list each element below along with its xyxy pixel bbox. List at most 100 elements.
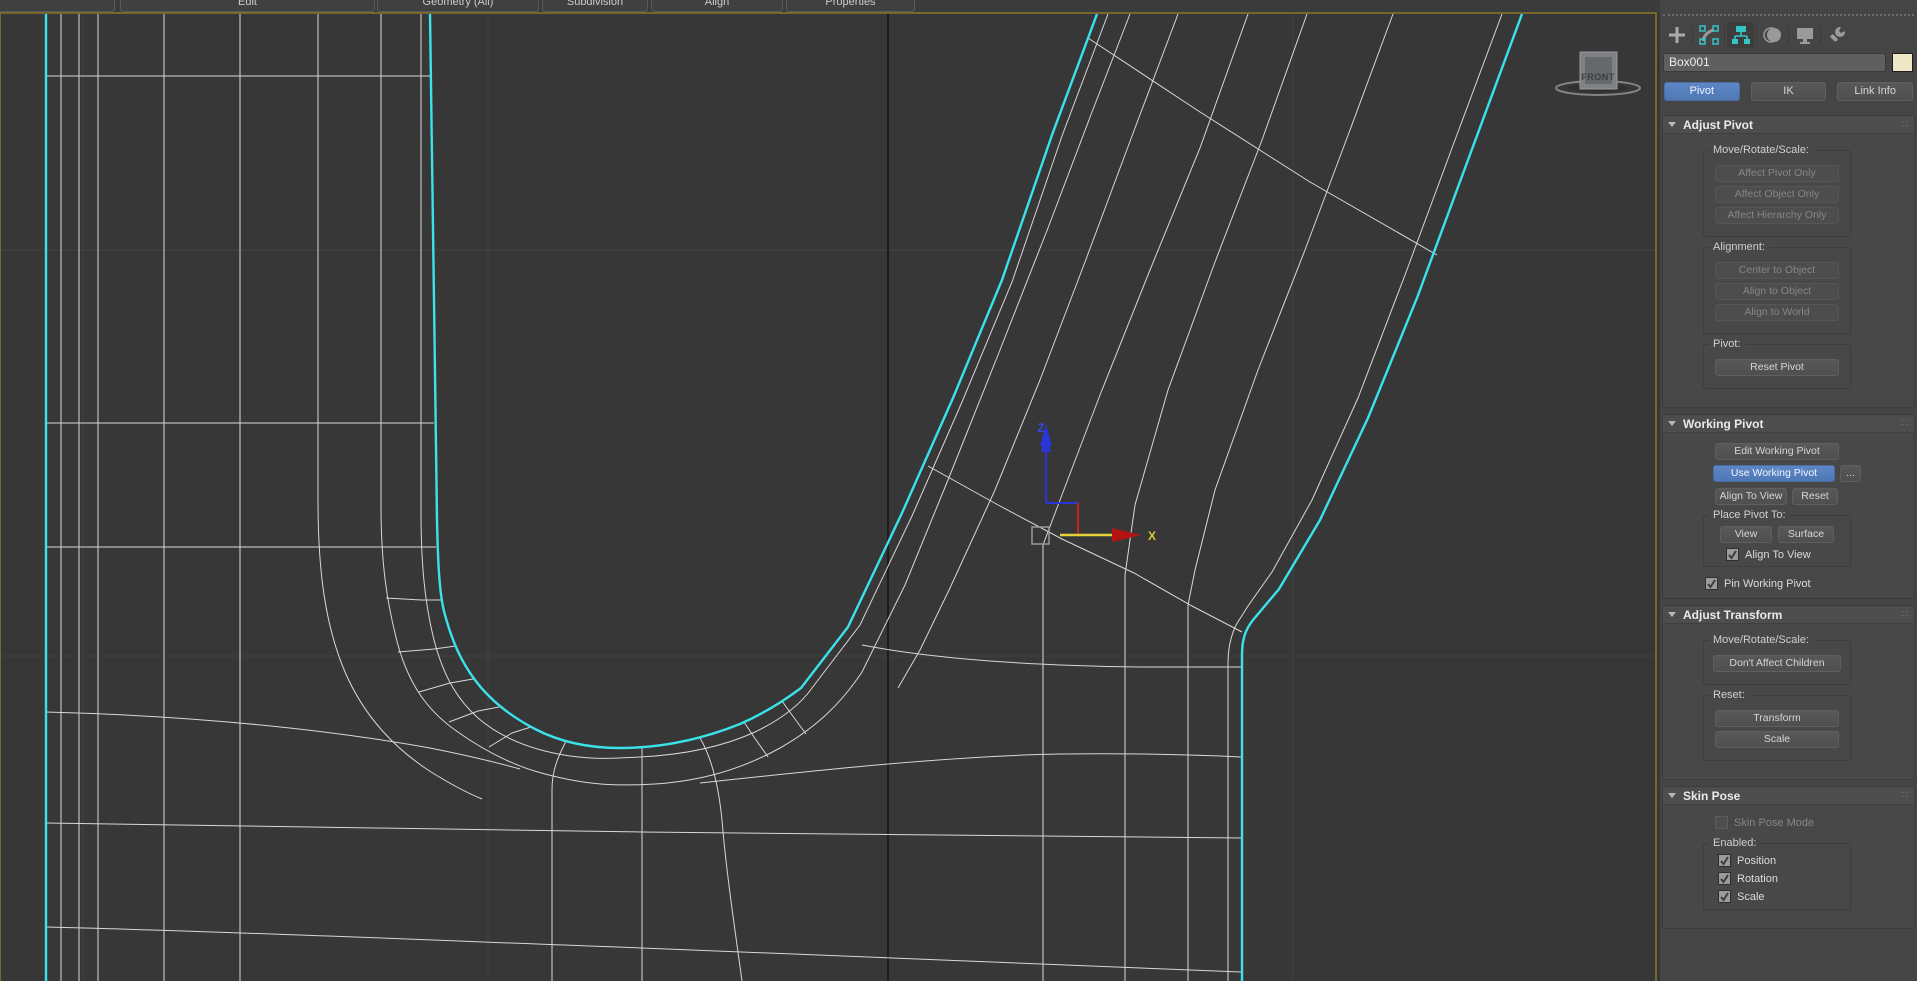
rollout-title: Working Pivot (1683, 416, 1764, 431)
rollout-header-skin-pose[interactable]: Skin Pose ∷ (1663, 787, 1914, 805)
edit-working-pivot-button[interactable]: Edit Working Pivot (1715, 443, 1839, 460)
tab-utilities[interactable] (1823, 22, 1850, 48)
viewcube-front-label: FRONT (1581, 72, 1615, 82)
group-move-rotate-scale-transform: Move/Rotate/Scale: Don't Affect Children (1703, 634, 1851, 685)
rollout-collapse-icon (1668, 793, 1676, 798)
gizmo-z-label: Z (1037, 421, 1044, 435)
group-label: Reset: (1709, 689, 1749, 701)
ribbon-strip: Edit Geometry (All) ▾ Subdivision Align … (0, 0, 1917, 12)
tab-separator (1788, 26, 1789, 44)
rollout-title: Adjust Pivot (1683, 117, 1754, 132)
tab-motion[interactable] (1759, 22, 1786, 48)
rotation-checkbox[interactable] (1718, 872, 1731, 885)
reset-scale-button[interactable]: Scale (1715, 731, 1839, 748)
scale-checkbox[interactable] (1718, 890, 1731, 903)
panel-dock-handle[interactable] (1663, 14, 1914, 18)
viewport-active-border-right (1655, 12, 1657, 981)
hierarchy-icon (1731, 26, 1750, 44)
create-plus-icon (1668, 27, 1685, 43)
group-label: Enabled: (1709, 837, 1761, 849)
object-name-row: Box001 (1660, 50, 1917, 75)
tab-separator (1820, 26, 1821, 44)
ribbon-button-partial[interactable] (0, 0, 115, 12)
checkbox-label: Skin Pose Mode (1734, 816, 1815, 829)
ribbon-button-align[interactable]: Align (651, 0, 783, 12)
check-icon (1720, 874, 1729, 884)
place-pivot-view-button[interactable]: View (1720, 526, 1772, 543)
object-name-input[interactable]: Box001 (1663, 53, 1886, 72)
affect-hierarchy-only-button[interactable]: Affect Hierarchy Only (1715, 207, 1839, 224)
tab-modify[interactable] (1695, 22, 1722, 48)
object-color-swatch[interactable] (1892, 53, 1913, 72)
tab-display[interactable] (1791, 22, 1818, 48)
viewport-active-border-left (0, 12, 1, 981)
group-move-rotate-scale: Move/Rotate/Scale: Affect Pivot Only Aff… (1703, 144, 1851, 237)
viewport-background (0, 12, 1660, 981)
rollout-adjust-pivot: Adjust Pivot ∷ Move/Rotate/Scale: Affect… (1662, 115, 1915, 408)
affect-object-only-button[interactable]: Affect Object Only (1715, 186, 1839, 203)
rollout-collapse-icon (1668, 122, 1676, 127)
tab-hierarchy-selected[interactable] (1727, 22, 1754, 48)
check-icon (1720, 856, 1729, 866)
skin-pose-mode-checkbox[interactable] (1715, 816, 1728, 829)
check-icon (1728, 550, 1737, 560)
rollout-working-pivot: Working Pivot ∷ Edit Working Pivot Use W… (1662, 414, 1915, 599)
motion-icon (1762, 27, 1781, 43)
place-pivot-surface-button[interactable]: Surface (1778, 526, 1834, 543)
working-pivot-more-button[interactable]: ... (1840, 465, 1861, 482)
working-pivot-reset-button[interactable]: Reset (1792, 488, 1838, 505)
rollout-title: Skin Pose (1683, 788, 1741, 803)
position-checkbox[interactable] (1718, 854, 1731, 867)
rollout-title: Adjust Transform (1683, 607, 1783, 622)
tab-create[interactable] (1663, 22, 1690, 48)
ribbon-button-geometry-all[interactable]: Geometry (All) ▾ (377, 0, 539, 12)
tab-ik[interactable]: IK (1750, 82, 1827, 101)
align-to-object-button[interactable]: Align to Object (1715, 283, 1839, 300)
chevron-down-icon: ▾ (787, 11, 914, 12)
chevron-down-icon: ▾ (378, 11, 538, 12)
tab-separator (1692, 26, 1693, 44)
tab-separator (1756, 26, 1757, 44)
command-panel: Box001 Pivot IK Link Info Adjust Pivot ∷… (1660, 0, 1917, 981)
pin-working-pivot-checkbox[interactable] (1705, 577, 1718, 590)
ribbon-button-subdivision[interactable]: Subdivision (542, 0, 648, 12)
checkbox-label: Align To View (1745, 548, 1811, 561)
rollout-header-working-pivot[interactable]: Working Pivot ∷ (1663, 415, 1914, 433)
use-working-pivot-button[interactable]: Use Working Pivot (1713, 465, 1835, 482)
ribbon-button-edit[interactable]: Edit (120, 0, 375, 12)
rollout-header-adjust-transform[interactable]: Adjust Transform ∷ (1663, 606, 1914, 624)
utilities-wrench-icon (1829, 26, 1845, 42)
reset-transform-button[interactable]: Transform (1715, 710, 1839, 727)
align-to-view-checkbox[interactable] (1726, 548, 1739, 561)
align-to-world-button[interactable]: Align to World (1715, 304, 1839, 321)
group-label: Pivot: (1709, 338, 1745, 350)
command-panel-tabs (1660, 20, 1917, 50)
rollout-header-adjust-pivot[interactable]: Adjust Pivot ∷ (1663, 116, 1914, 134)
rollout-grip-icon: ∷ (1901, 790, 1909, 801)
tab-link-info[interactable]: Link Info (1837, 82, 1914, 101)
dont-affect-children-button[interactable]: Don't Affect Children (1713, 655, 1841, 672)
display-monitor-icon (1796, 28, 1813, 44)
ribbon-button-properties[interactable]: Properties ▾ (786, 0, 915, 12)
tab-pivot[interactable]: Pivot (1664, 82, 1740, 101)
viewport-active-border-top (0, 12, 1657, 14)
hierarchy-mode-tabs: Pivot IK Link Info (1660, 75, 1917, 112)
group-enabled: Enabled: Position Rotation Scale (1703, 837, 1851, 910)
rollout-skin-pose: Skin Pose ∷ Skin Pose Mode Enabled: Posi… (1662, 786, 1915, 929)
checkbox-label: Scale (1737, 890, 1765, 903)
checkbox-label: Rotation (1737, 872, 1778, 885)
reset-pivot-button[interactable]: Reset Pivot (1715, 359, 1839, 376)
tab-separator (1724, 26, 1725, 44)
modify-icon (1698, 25, 1719, 45)
affect-pivot-only-button[interactable]: Affect Pivot Only (1715, 165, 1839, 182)
rollout-grip-icon: ∷ (1901, 609, 1909, 620)
rollout-collapse-icon (1668, 612, 1676, 617)
center-to-object-button[interactable]: Center to Object (1715, 262, 1839, 279)
group-label: Move/Rotate/Scale: (1709, 634, 1813, 646)
rollout-grip-icon: ∷ (1901, 418, 1909, 429)
align-to-view-button[interactable]: Align To View (1715, 488, 1787, 505)
group-place-pivot-to: Place Pivot To: View Surface Align To Vi… (1703, 509, 1851, 567)
check-icon (1720, 892, 1729, 902)
viewport-canvas[interactable]: X Z FRONT (0, 12, 1660, 981)
checkbox-label: Pin Working Pivot (1724, 577, 1811, 590)
